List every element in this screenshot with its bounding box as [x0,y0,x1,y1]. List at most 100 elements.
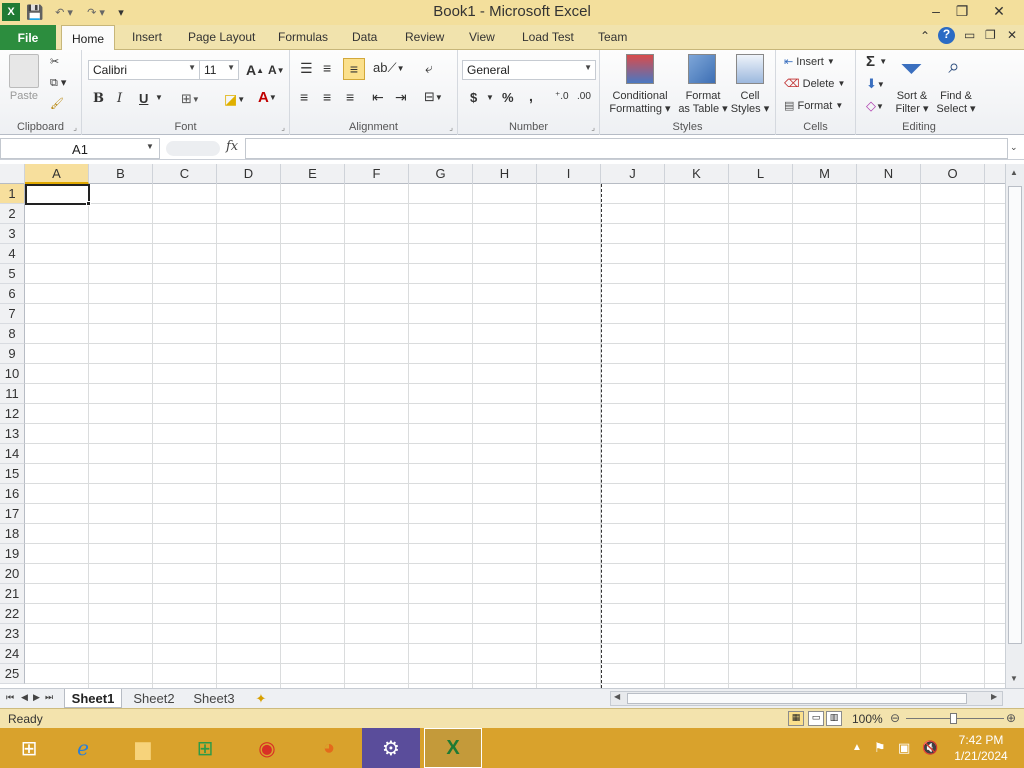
volume-muted-icon[interactable]: 🔇 [922,740,938,756]
store-icon[interactable]: ⊞ [176,728,234,768]
vertical-scrollbar[interactable]: ▲ ▼ [1005,164,1024,688]
decrease-decimal-icon[interactable]: .00 [577,91,591,102]
next-sheet-icon[interactable]: ▶ [33,692,40,703]
wrap-text-icon[interactable]: ⤶ [425,60,433,77]
insert-sheet-icon[interactable]: ✦ [248,689,274,708]
comma-button[interactable]: , [529,88,533,104]
minimize-button[interactable]: – [922,0,950,22]
system-clock[interactable]: 7:42 PM 1/21/2024 [948,732,1014,764]
tab-view[interactable]: View [469,30,495,44]
column-header-k[interactable]: K [665,164,729,184]
cut-icon[interactable]: ✂ [50,55,59,68]
first-sheet-icon[interactable]: ⏮ [6,692,14,703]
sheet-tab-sheet3[interactable]: Sheet3 [186,689,242,708]
chrome-icon[interactable]: ◉ [238,728,296,768]
insert-cells-button[interactable]: ⇤ Insert ▼ [784,55,835,69]
prev-sheet-icon[interactable]: ◀ [21,692,28,703]
scroll-down-icon[interactable]: ▼ [1010,674,1018,683]
row-header-9[interactable]: 9 [0,344,25,364]
format-as-table-icon[interactable] [688,54,716,84]
normal-view-icon[interactable]: ▦ [788,711,804,726]
row-header-13[interactable]: 13 [0,424,25,444]
vertical-scroll-thumb[interactable] [1008,186,1022,644]
increase-indent-icon[interactable]: ⇥ [395,89,407,106]
row-header-17[interactable]: 17 [0,504,25,524]
format-painter-icon[interactable]: 🖌 [50,97,64,110]
font-size-combo[interactable]: 11 ▼ [199,60,239,80]
autosum-button[interactable]: Σ ▼ [866,53,887,70]
restore-button[interactable]: ❐ [948,0,976,22]
top-align-icon[interactable]: ☰ [300,60,313,77]
column-header-l[interactable]: L [729,164,793,184]
row-header-24[interactable]: 24 [0,644,25,664]
close-button[interactable]: ✕ [985,0,1013,22]
column-header-o[interactable]: O [921,164,985,184]
row-header-18[interactable]: 18 [0,524,25,544]
row-header-19[interactable]: 19 [0,544,25,564]
file-explorer-icon[interactable]: ▆ [114,728,172,768]
orientation-icon[interactable]: ab⟋ ▼ [373,60,404,76]
bold-button[interactable]: B [93,91,104,106]
workbook-restore-icon[interactable]: ❐ [985,28,996,42]
page-break-view-icon[interactable]: ▥ [826,711,842,726]
sheet-tab-sheet1[interactable]: Sheet1 [64,689,122,708]
column-header-h[interactable]: H [473,164,537,184]
increase-decimal-icon[interactable]: ⁺.0 [555,91,569,102]
font-launcher-icon[interactable]: ⌟ [281,123,285,132]
column-header-e[interactable]: E [281,164,345,184]
decrease-indent-icon[interactable]: ⇤ [372,89,384,106]
row-header-15[interactable]: 15 [0,464,25,484]
row-header-12[interactable]: 12 [0,404,25,424]
borders-icon[interactable]: ⊞ ▼ [181,91,200,107]
minimize-ribbon-icon[interactable]: ⌃ [920,29,930,43]
formula-input[interactable] [245,138,1008,159]
row-header-4[interactable]: 4 [0,244,25,264]
column-header-n[interactable]: N [857,164,921,184]
cell-styles-button[interactable]: Cell Styles ▾ [728,90,772,116]
horizontal-scroll-thumb[interactable] [627,693,967,704]
tab-page-layout[interactable]: Page Layout [188,30,255,44]
number-format-combo[interactable]: General ▼ [462,60,596,80]
row-header-20[interactable]: 20 [0,564,25,584]
action-center-flag-icon[interactable]: ⚑ [874,740,886,756]
format-cells-button[interactable]: ▤ Format ▼ [784,99,843,113]
currency-button[interactable]: $ [470,90,477,105]
fill-handle[interactable] [86,201,91,206]
row-header-25[interactable]: 25 [0,664,25,684]
workbook-minimize-icon[interactable]: ▭ [964,28,975,42]
font-name-combo[interactable]: Calibri ▼ [88,60,200,80]
row-header-21[interactable]: 21 [0,584,25,604]
tab-data[interactable]: Data [352,30,377,44]
grow-font-icon[interactable]: A ▲ [246,62,264,78]
currency-dropdown-icon[interactable]: ▼ [486,93,494,102]
row-header-3[interactable]: 3 [0,224,25,244]
start-windows-icon[interactable]: ⊞ [0,728,58,768]
font-color-icon[interactable]: A ▼ [258,89,277,106]
italic-button[interactable]: I [117,91,122,106]
tab-team[interactable]: Team [598,30,627,44]
show-hidden-icons-icon[interactable]: ▲ [852,742,862,753]
column-header-c[interactable]: C [153,164,217,184]
workbook-close-icon[interactable]: ✕ [1007,28,1017,42]
row-header-16[interactable]: 16 [0,484,25,504]
find-select-button[interactable]: Find & Select ▾ [934,90,978,116]
clear-icon[interactable]: ◇ ▼ [866,98,884,114]
fill-color-icon[interactable]: ◪ ▼ [224,91,245,108]
sheet-tab-sheet2[interactable]: Sheet2 [126,689,182,708]
column-header-a[interactable]: A [25,164,89,184]
align-left-icon[interactable]: ≡ [300,89,308,105]
column-header-g[interactable]: G [409,164,473,184]
row-header-2[interactable]: 2 [0,204,25,224]
binoculars-icon[interactable]: ⌕ [940,56,968,80]
row-header-1[interactable]: 1 [0,184,25,204]
scroll-left-icon[interactable]: ◀ [614,692,620,701]
column-header-j[interactable]: J [601,164,665,184]
help-icon[interactable]: ? [938,27,955,44]
zoom-slider-knob[interactable] [950,713,957,724]
paste-icon[interactable] [9,54,39,88]
zoom-level[interactable]: 100% [852,712,883,726]
delete-cells-button[interactable]: ⌫ Delete ▼ [784,77,845,91]
conditional-formatting-button[interactable]: Conditional Formatting ▾ [602,90,678,116]
name-box-dropdown-icon[interactable]: ▼ [146,142,154,151]
bottom-align-icon[interactable]: ≡ [343,58,365,80]
